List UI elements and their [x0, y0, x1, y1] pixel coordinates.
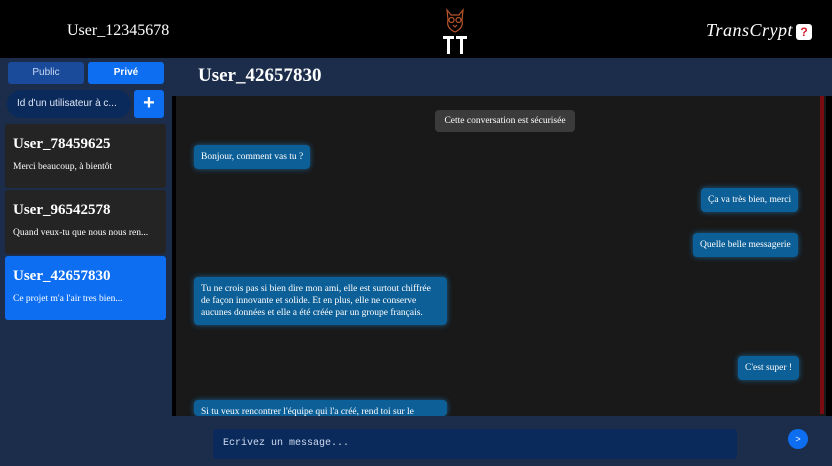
- conversation-preview: Ce projet m'a l'air tres bien...: [13, 294, 123, 304]
- message-sent: Ça va très bien, merci: [701, 188, 799, 212]
- help-icon[interactable]: ?: [796, 24, 812, 40]
- sidebar: Public Privé Id d'un utilisateur à c... …: [0, 58, 172, 466]
- message-received: Si tu veux rencontrer l'équipe qui l'a c…: [194, 400, 447, 416]
- message-input[interactable]: Ecrivez un message...: [213, 429, 737, 459]
- conversation-item[interactable]: User_78459625 Merci beaucoup, à bientôt: [5, 124, 166, 188]
- conversation-preview: Merci beaucoup, à bientôt: [13, 162, 113, 172]
- top-bar: User_12345678 TransCrypt ?: [0, 0, 832, 58]
- current-user-label: User_12345678: [67, 22, 170, 39]
- conversation-name: User_42657830: [13, 268, 111, 284]
- add-conversation-button[interactable]: +: [134, 90, 164, 118]
- tab-public[interactable]: Public: [8, 62, 84, 84]
- conversation-item[interactable]: User_96542578 Quand veux-tu que nous nou…: [5, 190, 166, 254]
- message-received: Bonjour, comment vas tu ?: [194, 145, 311, 169]
- conversation-name: User_96542578: [13, 202, 111, 218]
- conversation-item-active[interactable]: User_42657830 Ce projet m'a l'air tres b…: [5, 256, 166, 320]
- message-sent: C'est super !: [738, 356, 800, 380]
- send-button[interactable]: >: [788, 429, 808, 449]
- user-id-search-input[interactable]: Id d'un utilisateur à c...: [7, 90, 131, 118]
- security-notice: Cette conversation est sécurisée: [435, 110, 575, 132]
- conversation-name: User_78459625: [13, 136, 111, 152]
- conversation-preview: Quand veux-tu que nous nous ren...: [13, 228, 149, 238]
- message-sent: Quelle belle messagerie: [693, 233, 798, 257]
- brand-name: TransCrypt: [706, 20, 794, 40]
- message-received: Tu ne crois pas si bien dire mon ami, el…: [194, 277, 447, 325]
- message-scrollbar[interactable]: [820, 96, 824, 414]
- owl-logo-icon: [443, 8, 467, 54]
- chat-header: User_42657830: [172, 58, 832, 96]
- chat-title: User_42657830: [198, 65, 322, 86]
- tab-prive[interactable]: Privé: [88, 62, 164, 84]
